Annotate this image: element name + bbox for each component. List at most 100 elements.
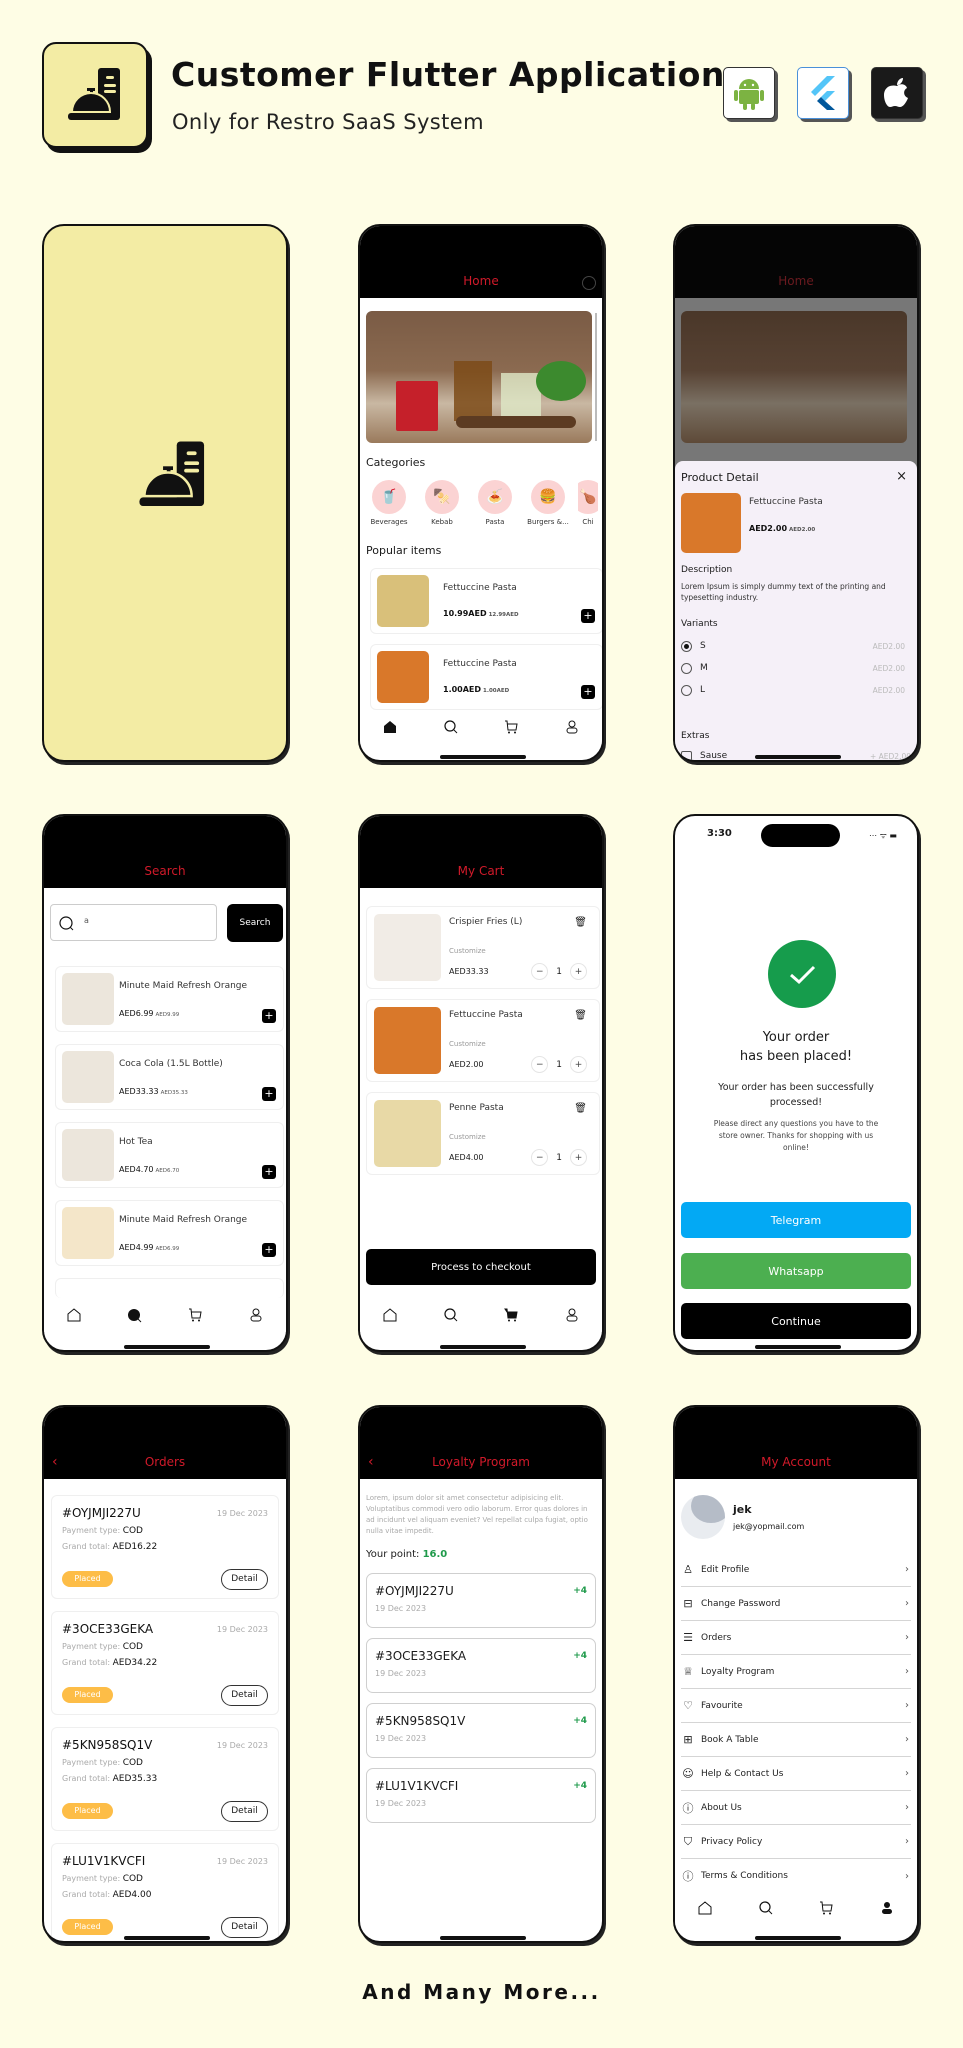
profile-icon[interactable] (247, 1306, 265, 1324)
detail-button[interactable]: Detail (221, 1685, 268, 1706)
home-icon[interactable] (696, 1899, 714, 1917)
profile-icon[interactable] (563, 1306, 581, 1324)
menu-orders[interactable]: ☰ Orders › (681, 1621, 911, 1655)
splash-screen (42, 224, 288, 762)
profile-icon[interactable] (878, 1899, 896, 1917)
variant-option[interactable]: S AED2.00 (681, 635, 905, 657)
shield-icon: ⛉ (683, 1834, 693, 1848)
search-icon[interactable] (126, 1306, 144, 1324)
menu-favourite[interactable]: ♡ Favourite › (681, 1689, 911, 1723)
category-kebab[interactable]: 🍢 Kebab (419, 480, 465, 526)
search-button[interactable]: Search (227, 904, 283, 942)
home-icon[interactable] (381, 1306, 399, 1324)
trophy-icon: ♕ (683, 1665, 693, 1678)
order-card[interactable]: #5KN958SQ1V 19 Dec 2023 Payment type: CO… (51, 1727, 279, 1831)
order-card[interactable]: #OYJMJI227U 19 Dec 2023 Payment type: CO… (51, 1495, 279, 1599)
close-icon[interactable]: × (896, 469, 907, 484)
order-card[interactable]: #LU1V1KVCFI 19 Dec 2023 Payment type: CO… (51, 1843, 279, 1941)
menu-edit-profile[interactable]: ♙ Edit Profile › (681, 1553, 911, 1587)
detail-button[interactable]: Detail (221, 1917, 268, 1938)
menu-help-contact[interactable]: ☺ Help & Contact Us › (681, 1757, 911, 1791)
cart-icon[interactable] (502, 1306, 520, 1324)
loyalty-list: #OYJMJI227U 19 Dec 2023 +4 #3OCE33GEKA 19 D… (360, 1573, 602, 1833)
table-icon: ⊞ (683, 1733, 693, 1746)
quantity-stepper: −1 + (531, 1149, 587, 1166)
search-icon[interactable] (757, 1899, 775, 1917)
category-pasta[interactable]: 🍝 Pasta (472, 480, 518, 526)
trash-icon[interactable]: 🗑 (574, 1103, 587, 1114)
cart-icon[interactable] (817, 1899, 835, 1917)
avatar[interactable] (681, 1495, 725, 1539)
menu-loyalty-program[interactable]: ♕ Loyalty Program › (681, 1655, 911, 1689)
home-indicator (755, 1345, 841, 1349)
profile-icon[interactable] (563, 718, 581, 736)
language-globe-icon[interactable] (582, 276, 596, 290)
extra-checkbox[interactable]: Sause + AED2.00 (681, 745, 911, 760)
menu-terms[interactable]: ⓘ Terms & Conditions › (681, 1859, 911, 1893)
success-check-icon (768, 940, 836, 1008)
search-result[interactable] (55, 1278, 284, 1298)
cart-icon[interactable] (186, 1306, 204, 1324)
add-to-cart-button[interactable]: + (262, 1165, 276, 1179)
clipboard-icon: ☰ (683, 1631, 693, 1644)
customize-link[interactable]: Customize (449, 947, 486, 955)
telegram-button[interactable]: Telegram (681, 1202, 911, 1238)
category-beverages[interactable]: 🥤 Beverages (366, 480, 412, 526)
trash-icon[interactable]: 🗑 (574, 1010, 587, 1021)
variant-option[interactable]: M AED2.00 (681, 657, 905, 679)
order-card[interactable]: #3OCE33GEKA 19 Dec 2023 Payment type: CO… (51, 1611, 279, 1715)
menu-change-password[interactable]: ⊟ Change Password › (681, 1587, 911, 1621)
cart-item: Crispier Fries (L) Customize AED33.33 🗑 … (366, 906, 600, 989)
food-image (62, 973, 114, 1025)
customize-link[interactable]: Customize (449, 1040, 486, 1048)
search-result[interactable]: Minute Maid Refresh Orange AED4.99 AED6.9… (55, 1200, 284, 1266)
menu-privacy-policy[interactable]: ⛉ Privacy Policy › (681, 1825, 911, 1859)
search-icon[interactable] (442, 718, 460, 736)
home-icon[interactable] (381, 718, 399, 736)
whatsapp-button[interactable]: Whatsapp (681, 1253, 911, 1289)
search-input[interactable]: a (50, 904, 217, 941)
category-burgers[interactable]: 🍔 Burgers &... (525, 480, 571, 526)
increase-button[interactable]: + (570, 963, 587, 980)
search-icon[interactable] (442, 1306, 460, 1324)
popular-item[interactable]: Fettuccine Pasta 10.99AED 12.99AED + (370, 568, 602, 634)
checkout-button[interactable]: Process to checkout (366, 1249, 596, 1285)
status-icons: ⋯ ᯤ ▬ (869, 831, 897, 840)
popular-item[interactable]: Fettuccine Pasta 1.00AED 1.00AED + (370, 644, 602, 710)
home-icon[interactable] (65, 1306, 83, 1324)
cart-icon[interactable] (502, 718, 520, 736)
detail-button[interactable]: Detail (221, 1569, 268, 1590)
menu-about-us[interactable]: ⓘ About Us › (681, 1791, 911, 1825)
add-to-cart-button[interactable]: + (581, 609, 595, 623)
restaurant-cloche-icon (139, 441, 205, 507)
increase-button[interactable]: + (570, 1149, 587, 1166)
search-result[interactable]: Hot Tea AED4.70 AED6.70 + (55, 1122, 284, 1188)
dynamic-island (761, 824, 840, 847)
search-result[interactable]: Minute Maid Refresh Orange AED6.99 AED9.9… (55, 966, 284, 1032)
customize-link[interactable]: Customize (449, 1133, 486, 1141)
continue-button[interactable]: Continue (681, 1303, 911, 1339)
sheet-title: Product Detail (681, 471, 759, 484)
home-screen: Home Categories 🥤 Beverages 🍢 Kebab 🍝 Pasta… (358, 224, 604, 762)
decrease-button[interactable]: − (531, 1149, 549, 1166)
variant-option[interactable]: L AED2.00 (681, 679, 905, 701)
decrease-button[interactable]: − (531, 1056, 549, 1073)
screen-title: My Account (761, 1455, 831, 1469)
promo-banner[interactable] (366, 311, 592, 443)
add-to-cart-button[interactable]: + (262, 1243, 276, 1257)
add-to-cart-button[interactable]: + (262, 1009, 276, 1023)
search-result[interactable]: Coca Cola (1.5L Bottle) AED33.33 AED35.33… (55, 1044, 284, 1110)
category-chicken[interactable]: 🍗 Chi (578, 480, 598, 526)
bottom-nav (675, 1891, 917, 1925)
account-menu: ♙ Edit Profile › ⊟ Change Password › ☰ Orders… (675, 1553, 917, 1893)
food-image (377, 651, 429, 703)
quantity-stepper: −1 + (531, 963, 587, 980)
cart-item: Penne Pasta Customize AED4.00 🗑 −1 + (366, 1092, 600, 1175)
increase-button[interactable]: + (570, 1056, 587, 1073)
trash-icon[interactable]: 🗑 (574, 917, 587, 928)
add-to-cart-button[interactable]: + (581, 685, 595, 699)
decrease-button[interactable]: − (531, 963, 549, 980)
menu-book-a-table[interactable]: ⊞ Book A Table › (681, 1723, 911, 1757)
add-to-cart-button[interactable]: + (262, 1087, 276, 1101)
detail-button[interactable]: Detail (221, 1801, 268, 1822)
